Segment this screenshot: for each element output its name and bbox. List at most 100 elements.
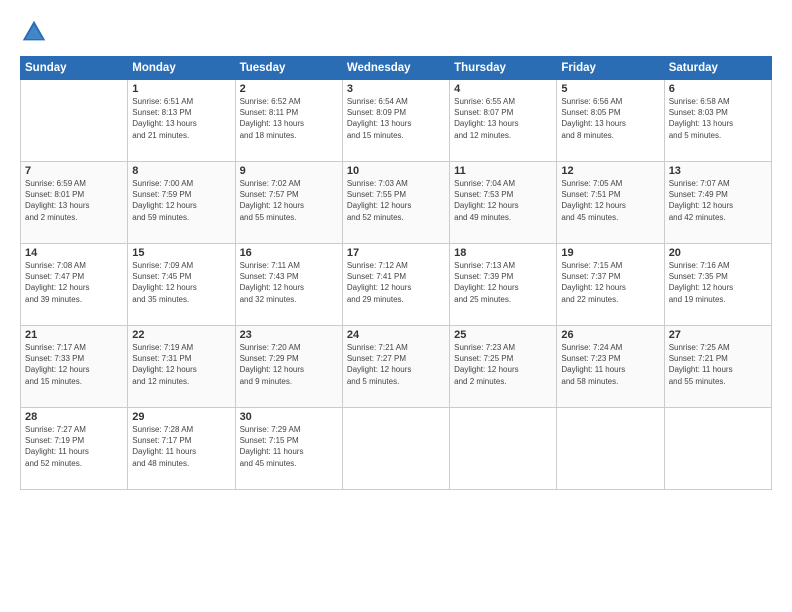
day-number: 26 [561, 329, 659, 341]
calendar-cell [342, 408, 449, 490]
calendar-week-4: 21Sunrise: 7:17 AM Sunset: 7:33 PM Dayli… [21, 326, 772, 408]
calendar-cell: 9Sunrise: 7:02 AM Sunset: 7:57 PM Daylig… [235, 162, 342, 244]
calendar-table: SundayMondayTuesdayWednesdayThursdayFrid… [20, 56, 772, 490]
day-number: 23 [240, 329, 338, 341]
calendar-cell: 4Sunrise: 6:55 AM Sunset: 8:07 PM Daylig… [450, 80, 557, 162]
day-number: 12 [561, 165, 659, 177]
header-cell-wednesday: Wednesday [342, 57, 449, 80]
calendar-cell: 12Sunrise: 7:05 AM Sunset: 7:51 PM Dayli… [557, 162, 664, 244]
calendar-cell: 25Sunrise: 7:23 AM Sunset: 7:25 PM Dayli… [450, 326, 557, 408]
calendar-cell: 29Sunrise: 7:28 AM Sunset: 7:17 PM Dayli… [128, 408, 235, 490]
day-number: 20 [669, 247, 767, 259]
day-number: 30 [240, 411, 338, 423]
calendar-cell: 21Sunrise: 7:17 AM Sunset: 7:33 PM Dayli… [21, 326, 128, 408]
day-number: 29 [132, 411, 230, 423]
calendar-cell: 26Sunrise: 7:24 AM Sunset: 7:23 PM Dayli… [557, 326, 664, 408]
day-info: Sunrise: 6:59 AM Sunset: 8:01 PM Dayligh… [25, 178, 123, 223]
calendar-cell [557, 408, 664, 490]
calendar-cell: 18Sunrise: 7:13 AM Sunset: 7:39 PM Dayli… [450, 244, 557, 326]
day-info: Sunrise: 7:28 AM Sunset: 7:17 PM Dayligh… [132, 424, 230, 469]
day-info: Sunrise: 7:05 AM Sunset: 7:51 PM Dayligh… [561, 178, 659, 223]
header [20, 18, 772, 46]
day-number: 2 [240, 83, 338, 95]
day-number: 8 [132, 165, 230, 177]
calendar-cell: 5Sunrise: 6:56 AM Sunset: 8:05 PM Daylig… [557, 80, 664, 162]
logo-icon [20, 18, 48, 46]
calendar-cell: 2Sunrise: 6:52 AM Sunset: 8:11 PM Daylig… [235, 80, 342, 162]
calendar-cell: 24Sunrise: 7:21 AM Sunset: 7:27 PM Dayli… [342, 326, 449, 408]
calendar-week-5: 28Sunrise: 7:27 AM Sunset: 7:19 PM Dayli… [21, 408, 772, 490]
day-number: 15 [132, 247, 230, 259]
calendar-week-2: 7Sunrise: 6:59 AM Sunset: 8:01 PM Daylig… [21, 162, 772, 244]
day-number: 11 [454, 165, 552, 177]
header-cell-thursday: Thursday [450, 57, 557, 80]
day-info: Sunrise: 7:09 AM Sunset: 7:45 PM Dayligh… [132, 260, 230, 305]
calendar-cell: 14Sunrise: 7:08 AM Sunset: 7:47 PM Dayli… [21, 244, 128, 326]
day-number: 21 [25, 329, 123, 341]
day-info: Sunrise: 6:54 AM Sunset: 8:09 PM Dayligh… [347, 96, 445, 141]
calendar-cell: 11Sunrise: 7:04 AM Sunset: 7:53 PM Dayli… [450, 162, 557, 244]
calendar-cell: 28Sunrise: 7:27 AM Sunset: 7:19 PM Dayli… [21, 408, 128, 490]
day-info: Sunrise: 7:20 AM Sunset: 7:29 PM Dayligh… [240, 342, 338, 387]
day-info: Sunrise: 7:04 AM Sunset: 7:53 PM Dayligh… [454, 178, 552, 223]
calendar-cell: 20Sunrise: 7:16 AM Sunset: 7:35 PM Dayli… [664, 244, 771, 326]
header-cell-tuesday: Tuesday [235, 57, 342, 80]
header-cell-friday: Friday [557, 57, 664, 80]
day-number: 27 [669, 329, 767, 341]
day-info: Sunrise: 7:15 AM Sunset: 7:37 PM Dayligh… [561, 260, 659, 305]
day-info: Sunrise: 6:51 AM Sunset: 8:13 PM Dayligh… [132, 96, 230, 141]
day-info: Sunrise: 7:07 AM Sunset: 7:49 PM Dayligh… [669, 178, 767, 223]
day-number: 17 [347, 247, 445, 259]
calendar-cell [450, 408, 557, 490]
day-info: Sunrise: 7:11 AM Sunset: 7:43 PM Dayligh… [240, 260, 338, 305]
header-cell-sunday: Sunday [21, 57, 128, 80]
day-info: Sunrise: 7:21 AM Sunset: 7:27 PM Dayligh… [347, 342, 445, 387]
calendar-header-row: SundayMondayTuesdayWednesdayThursdayFrid… [21, 57, 772, 80]
calendar-cell: 17Sunrise: 7:12 AM Sunset: 7:41 PM Dayli… [342, 244, 449, 326]
day-number: 22 [132, 329, 230, 341]
day-number: 25 [454, 329, 552, 341]
header-cell-monday: Monday [128, 57, 235, 80]
page: SundayMondayTuesdayWednesdayThursdayFrid… [0, 0, 792, 612]
calendar-cell: 6Sunrise: 6:58 AM Sunset: 8:03 PM Daylig… [664, 80, 771, 162]
day-info: Sunrise: 6:58 AM Sunset: 8:03 PM Dayligh… [669, 96, 767, 141]
day-number: 16 [240, 247, 338, 259]
calendar-cell: 1Sunrise: 6:51 AM Sunset: 8:13 PM Daylig… [128, 80, 235, 162]
day-info: Sunrise: 7:12 AM Sunset: 7:41 PM Dayligh… [347, 260, 445, 305]
day-info: Sunrise: 7:16 AM Sunset: 7:35 PM Dayligh… [669, 260, 767, 305]
day-number: 6 [669, 83, 767, 95]
calendar-cell: 15Sunrise: 7:09 AM Sunset: 7:45 PM Dayli… [128, 244, 235, 326]
header-cell-saturday: Saturday [664, 57, 771, 80]
day-number: 7 [25, 165, 123, 177]
calendar-week-1: 1Sunrise: 6:51 AM Sunset: 8:13 PM Daylig… [21, 80, 772, 162]
calendar-week-3: 14Sunrise: 7:08 AM Sunset: 7:47 PM Dayli… [21, 244, 772, 326]
calendar-cell: 7Sunrise: 6:59 AM Sunset: 8:01 PM Daylig… [21, 162, 128, 244]
day-info: Sunrise: 7:19 AM Sunset: 7:31 PM Dayligh… [132, 342, 230, 387]
calendar-cell: 3Sunrise: 6:54 AM Sunset: 8:09 PM Daylig… [342, 80, 449, 162]
calendar-cell: 30Sunrise: 7:29 AM Sunset: 7:15 PM Dayli… [235, 408, 342, 490]
calendar-cell: 16Sunrise: 7:11 AM Sunset: 7:43 PM Dayli… [235, 244, 342, 326]
day-number: 19 [561, 247, 659, 259]
day-number: 24 [347, 329, 445, 341]
calendar-cell: 27Sunrise: 7:25 AM Sunset: 7:21 PM Dayli… [664, 326, 771, 408]
calendar-cell: 19Sunrise: 7:15 AM Sunset: 7:37 PM Dayli… [557, 244, 664, 326]
day-number: 9 [240, 165, 338, 177]
calendar-cell: 13Sunrise: 7:07 AM Sunset: 7:49 PM Dayli… [664, 162, 771, 244]
calendar-cell: 23Sunrise: 7:20 AM Sunset: 7:29 PM Dayli… [235, 326, 342, 408]
day-info: Sunrise: 7:25 AM Sunset: 7:21 PM Dayligh… [669, 342, 767, 387]
day-number: 10 [347, 165, 445, 177]
day-number: 5 [561, 83, 659, 95]
day-info: Sunrise: 7:23 AM Sunset: 7:25 PM Dayligh… [454, 342, 552, 387]
day-number: 28 [25, 411, 123, 423]
logo [20, 18, 52, 46]
day-number: 1 [132, 83, 230, 95]
day-info: Sunrise: 7:24 AM Sunset: 7:23 PM Dayligh… [561, 342, 659, 387]
day-info: Sunrise: 7:03 AM Sunset: 7:55 PM Dayligh… [347, 178, 445, 223]
calendar-cell: 8Sunrise: 7:00 AM Sunset: 7:59 PM Daylig… [128, 162, 235, 244]
day-info: Sunrise: 7:08 AM Sunset: 7:47 PM Dayligh… [25, 260, 123, 305]
day-info: Sunrise: 7:17 AM Sunset: 7:33 PM Dayligh… [25, 342, 123, 387]
calendar-cell: 22Sunrise: 7:19 AM Sunset: 7:31 PM Dayli… [128, 326, 235, 408]
day-number: 18 [454, 247, 552, 259]
day-info: Sunrise: 7:13 AM Sunset: 7:39 PM Dayligh… [454, 260, 552, 305]
calendar-cell [21, 80, 128, 162]
